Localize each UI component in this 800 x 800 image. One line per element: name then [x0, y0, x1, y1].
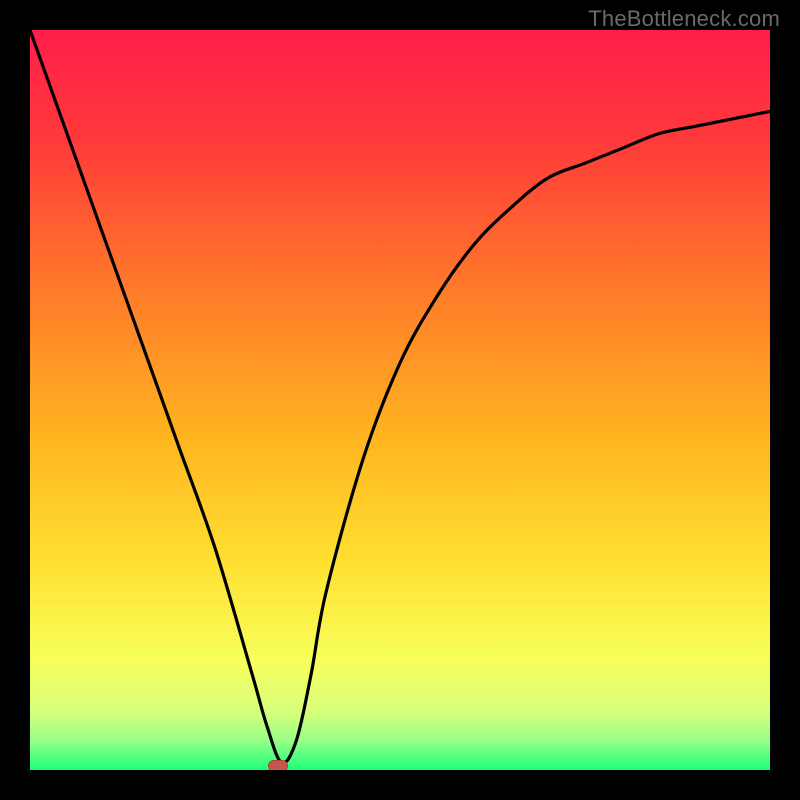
plot-area	[30, 30, 770, 770]
optimal-point-marker	[268, 760, 288, 770]
bottleneck-curve	[30, 30, 770, 770]
chart-frame: TheBottleneck.com	[0, 0, 800, 800]
watermark-text: TheBottleneck.com	[588, 6, 780, 32]
